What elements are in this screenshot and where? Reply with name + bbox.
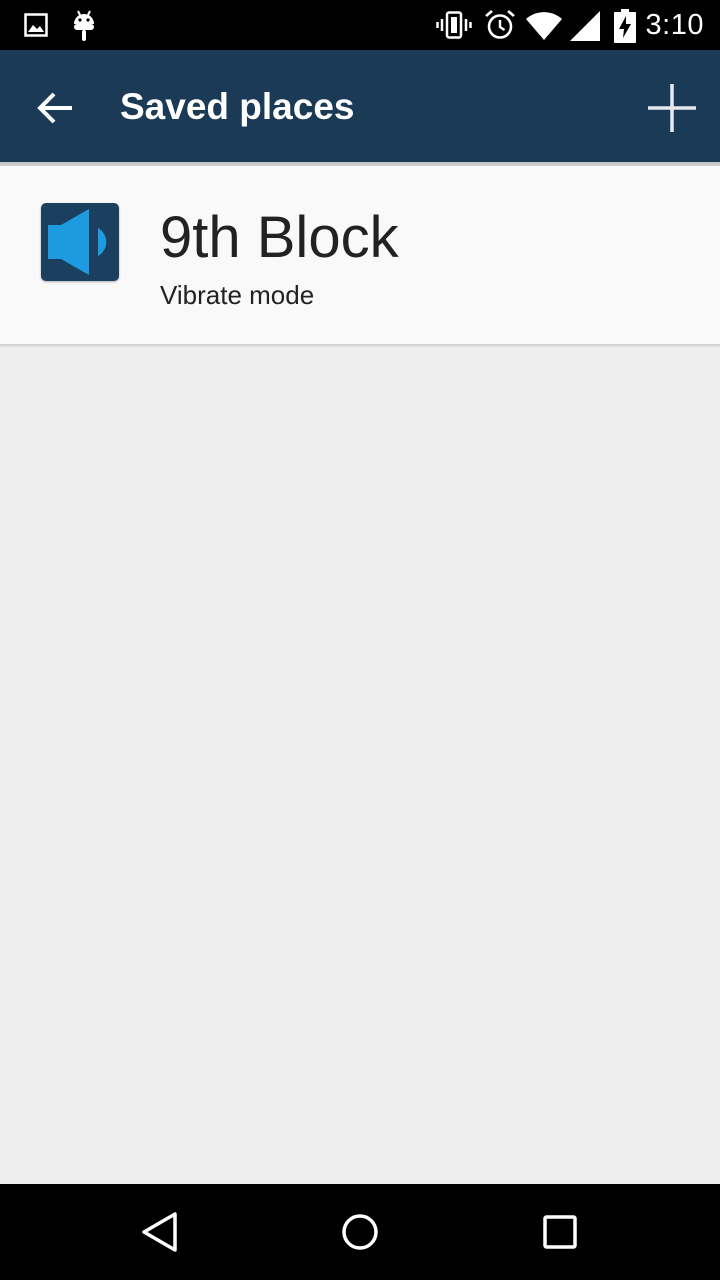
signal-icon	[570, 11, 600, 41]
recents-square-icon[interactable]	[540, 1212, 580, 1252]
page-title: Saved places	[120, 86, 355, 127]
navigation-bar	[0, 1184, 720, 1280]
list-item[interactable]: 9th Block Vibrate mode	[0, 166, 720, 345]
battery-charging-icon	[614, 9, 636, 43]
vibrate-icon	[436, 11, 472, 39]
android-icon	[74, 10, 94, 41]
place-mode: Vibrate mode	[160, 280, 315, 310]
add-icon[interactable]	[642, 78, 702, 138]
back-triangle-icon[interactable]	[140, 1212, 180, 1252]
status-time: 3:10	[645, 9, 704, 41]
alarm-icon	[485, 10, 515, 39]
image-icon	[24, 13, 48, 37]
toolbar: Saved places	[0, 50, 720, 162]
arrow-back-icon[interactable]	[30, 82, 82, 134]
status-bar: 3:10	[0, 0, 720, 50]
home-circle-icon[interactable]	[340, 1212, 380, 1252]
place-name: 9th Block	[160, 205, 399, 270]
speaker-icon	[41, 203, 119, 281]
wifi-icon	[526, 12, 562, 40]
